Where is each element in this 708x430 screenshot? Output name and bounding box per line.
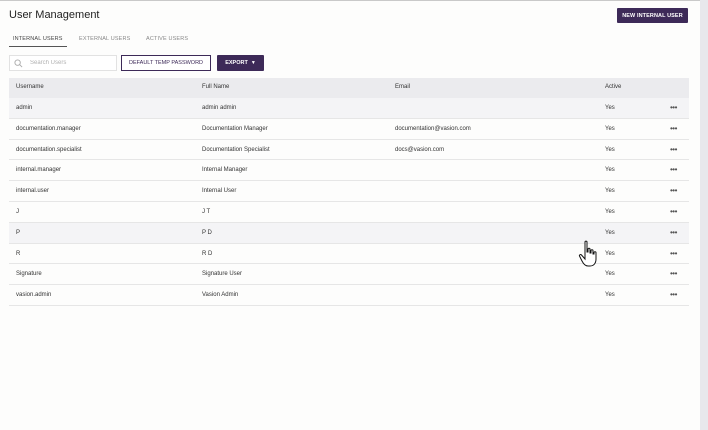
- cell-active: Yes: [605, 229, 615, 236]
- header-active[interactable]: Active: [605, 84, 621, 90]
- table-row[interactable]: documentation.specialist Documentation Sp…: [9, 140, 689, 161]
- caret-down-icon: ▼: [250, 60, 256, 66]
- cell-active: Yes: [605, 292, 615, 299]
- table-row[interactable]: J J T Yes •••: [9, 202, 689, 223]
- cell-full-name: Internal Manager: [202, 167, 248, 174]
- more-options-icon[interactable]: •••: [670, 103, 677, 112]
- scrollbar[interactable]: [700, 0, 708, 430]
- cell-username: internal.manager: [16, 167, 62, 174]
- page-title: User Management: [9, 9, 100, 21]
- more-options-icon[interactable]: •••: [670, 249, 677, 258]
- cell-full-name: J T: [202, 208, 211, 215]
- cell-full-name: P D: [202, 229, 212, 236]
- cell-active: Yes: [605, 146, 615, 153]
- table-row[interactable]: vasion.admin Vasion Admin Yes •••: [9, 285, 689, 306]
- tab-active-users[interactable]: ACTIVE USERS: [146, 36, 188, 42]
- cell-full-name: admin admin: [202, 105, 237, 111]
- cell-username: internal.user: [16, 188, 50, 195]
- cell-username: P: [16, 229, 21, 236]
- search-icon: [14, 59, 23, 68]
- cell-active: Yes: [605, 125, 615, 132]
- cell-username: documentation.specialist: [16, 146, 82, 153]
- export-button[interactable]: EXPORT ▼: [217, 55, 264, 71]
- more-options-icon[interactable]: •••: [670, 186, 677, 195]
- cell-username: documentation.manager: [16, 125, 81, 132]
- default-temp-password-button[interactable]: DEFAULT TEMP PASSWORD: [121, 55, 211, 71]
- search-box[interactable]: [9, 55, 117, 71]
- table-row[interactable]: documentation.manager Documentation Manag…: [9, 119, 689, 140]
- more-options-icon[interactable]: •••: [670, 207, 677, 216]
- more-options-icon[interactable]: •••: [670, 269, 677, 278]
- more-options-icon[interactable]: •••: [670, 290, 677, 299]
- table-row[interactable]: internal.manager Internal Manager Yes •••: [9, 160, 689, 182]
- cell-active: Yes: [605, 250, 615, 257]
- cell-active: Yes: [605, 167, 615, 174]
- cell-username: vasion.admin: [16, 292, 52, 299]
- export-label: EXPORT: [225, 60, 248, 66]
- more-options-icon[interactable]: •••: [670, 145, 677, 154]
- more-options-icon[interactable]: •••: [670, 228, 677, 237]
- table-row[interactable]: internal.user Internal User Yes •••: [9, 181, 689, 202]
- cell-active: Yes: [605, 188, 615, 195]
- cell-username: admin: [16, 105, 33, 111]
- search-input[interactable]: [30, 58, 114, 68]
- cell-email: docs@vasion.com: [395, 146, 445, 153]
- cell-username: Signature: [16, 271, 42, 278]
- header-username[interactable]: Username: [16, 84, 44, 90]
- cell-full-name: Internal User: [202, 188, 237, 195]
- cell-full-name: Documentation Specialist: [202, 146, 270, 153]
- more-options-icon[interactable]: •••: [670, 124, 677, 133]
- cell-full-name: Vasion Admin: [202, 292, 239, 299]
- cell-active: Yes: [605, 208, 615, 215]
- tab-internal-users[interactable]: INTERNAL USERS: [13, 36, 63, 42]
- top-divider: [0, 0, 700, 1]
- cell-active: Yes: [605, 271, 615, 278]
- active-tab-indicator: [9, 46, 67, 47]
- cell-full-name: R D: [202, 250, 213, 257]
- table-row[interactable]: admin admin admin Yes •••: [9, 98, 689, 119]
- new-internal-user-button[interactable]: NEW INTERNAL USER: [617, 8, 688, 23]
- tab-external-users[interactable]: EXTERNAL USERS: [79, 36, 130, 42]
- users-table: Username Full Name Email Active admin adm…: [9, 78, 689, 306]
- cell-active: Yes: [605, 105, 615, 111]
- cell-email: documentation@vasion.com: [395, 125, 471, 132]
- more-options-icon[interactable]: •••: [670, 165, 677, 174]
- header-full-name[interactable]: Full Name: [202, 84, 229, 90]
- cell-username: J: [16, 208, 19, 215]
- header-email[interactable]: Email: [395, 84, 410, 90]
- table-header: Username Full Name Email Active: [9, 78, 689, 98]
- cell-full-name: Signature User: [202, 271, 243, 278]
- hand-pointer-cursor-icon: [578, 240, 597, 267]
- cell-full-name: Documentation Manager: [202, 125, 268, 132]
- cell-username: R: [16, 250, 21, 257]
